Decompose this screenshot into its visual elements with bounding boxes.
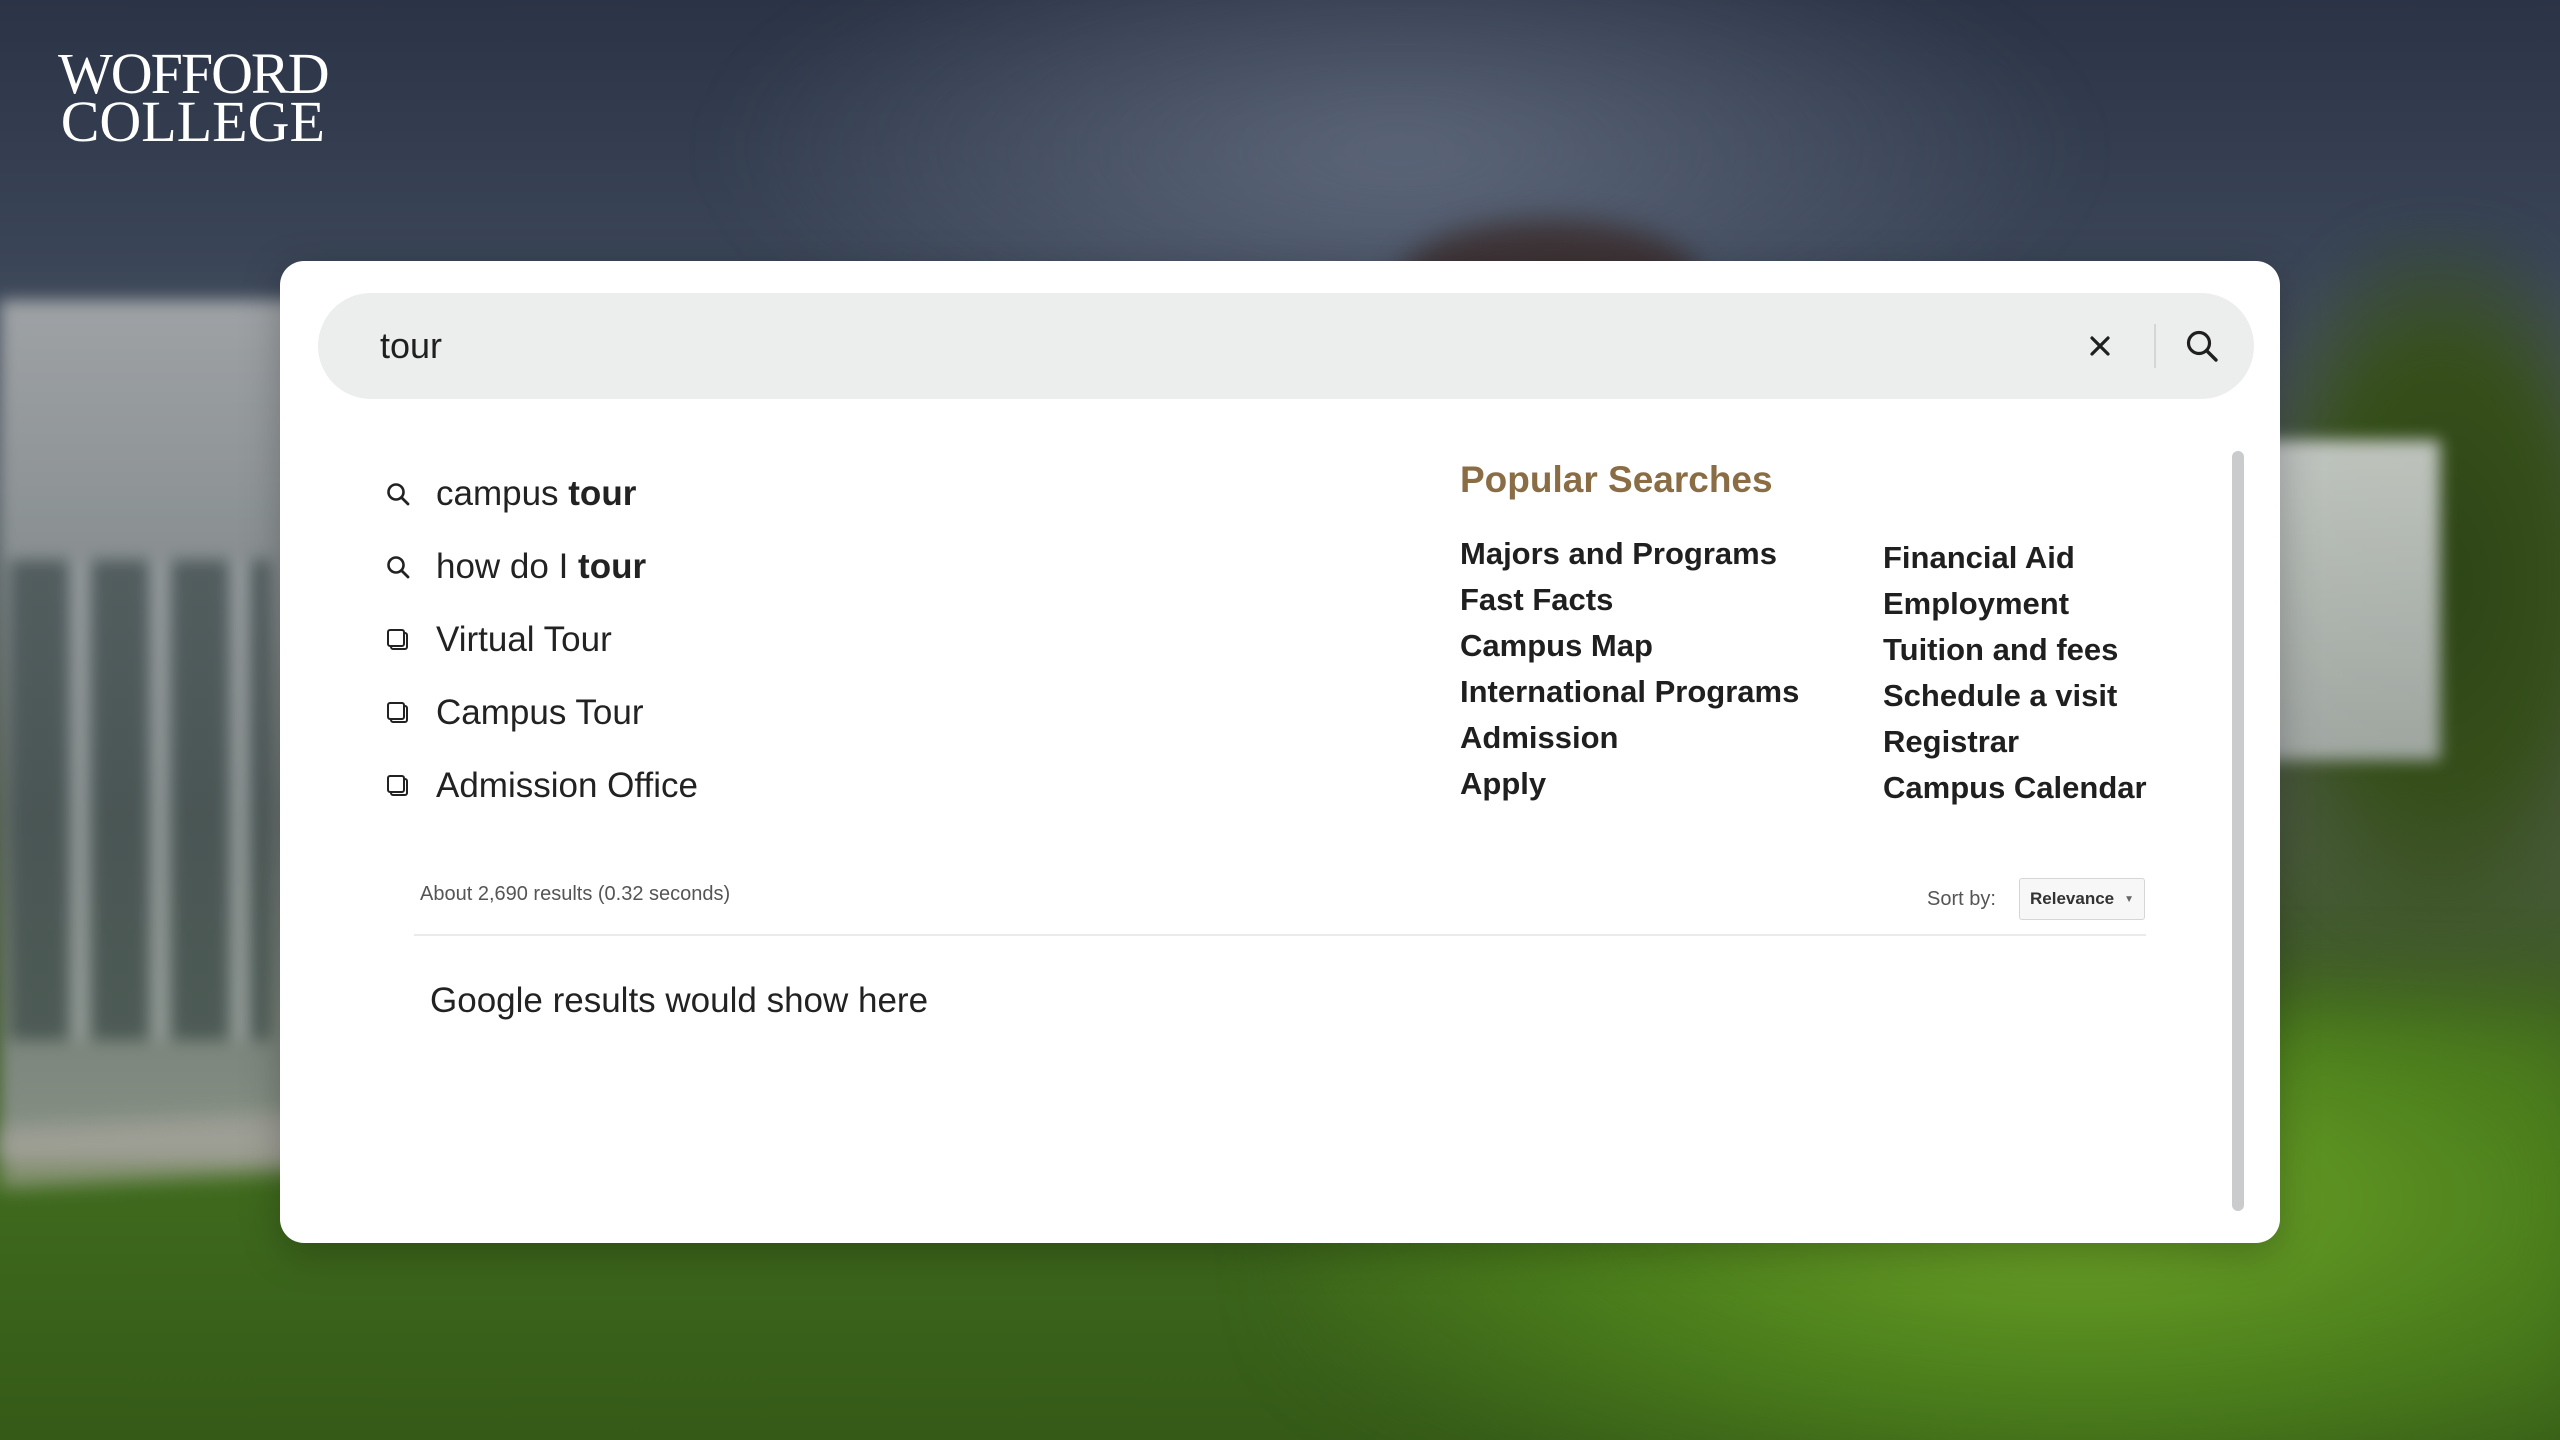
suggestion-item[interactable]: how do I tour xyxy=(380,530,1280,603)
popular-search-link[interactable]: Financial Aid xyxy=(1883,535,2147,581)
suggestion-list: campus tour how do I tour Virtual Tour C… xyxy=(380,457,1280,822)
suggestion-text: Campus Tour xyxy=(436,692,644,732)
search-input[interactable] xyxy=(380,293,1980,399)
results-placeholder: Google results would show here xyxy=(430,981,929,1020)
suggestion-text: how do I tour xyxy=(436,546,647,586)
popular-search-link[interactable]: International Programs xyxy=(1460,669,1799,715)
popular-search-link[interactable]: Campus Map xyxy=(1460,623,1799,669)
popular-searches-column-b: Financial Aid Employment Tuition and fee… xyxy=(1883,535,2147,811)
sort-value: Relevance xyxy=(2030,889,2115,908)
popular-search-link[interactable]: Tuition and fees xyxy=(1883,627,2147,673)
popular-searches-column-a: Majors and Programs Fast Facts Campus Ma… xyxy=(1460,531,1799,807)
popular-search-link[interactable]: Employment xyxy=(1883,581,2147,627)
popular-search-link[interactable]: Majors and Programs xyxy=(1460,531,1799,577)
modal-scrollbar[interactable] xyxy=(2232,451,2244,1211)
clear-search-button[interactable] xyxy=(2074,320,2126,372)
search-icon xyxy=(380,549,416,585)
popular-search-link[interactable]: Apply xyxy=(1460,761,1799,807)
search-modal: campus tour how do I tour Virtual Tour C… xyxy=(280,261,2280,1243)
popular-searches-title: Popular Searches xyxy=(1460,459,1773,500)
chevron-down-icon: ▼ xyxy=(2124,893,2135,905)
popular-search-link[interactable]: Schedule a visit xyxy=(1883,673,2147,719)
college-logo[interactable]: WOFFORD COLLEGE xyxy=(58,45,330,154)
results-summary: About 2,690 results (0.32 seconds) xyxy=(420,883,731,905)
popular-search-link[interactable]: Registrar xyxy=(1883,719,2147,765)
sort-dropdown[interactable]: Relevance ▼ xyxy=(2019,878,2145,920)
suggestion-text: Virtual Tour xyxy=(436,619,612,659)
results-divider xyxy=(414,934,2146,936)
close-icon xyxy=(2090,336,2110,356)
page-icon xyxy=(380,695,416,731)
suggestion-item[interactable]: Virtual Tour xyxy=(380,603,1280,676)
page-icon xyxy=(380,768,416,804)
search-icon xyxy=(2186,330,2218,362)
suggestion-item[interactable]: Campus Tour xyxy=(380,676,1280,749)
searchbar-divider xyxy=(2154,324,2156,368)
suggestion-text: campus tour xyxy=(436,473,637,513)
search-icon xyxy=(380,476,416,512)
logo-line-2: COLLEGE xyxy=(60,89,325,154)
suggestion-item[interactable]: Admission Office xyxy=(380,749,1280,822)
suggestion-text: Admission Office xyxy=(436,765,698,805)
popular-search-link[interactable]: Campus Calendar xyxy=(1883,765,2147,811)
page-icon xyxy=(380,622,416,658)
popular-search-link[interactable]: Admission xyxy=(1460,715,1799,761)
search-bar xyxy=(318,293,2254,399)
search-submit-button[interactable] xyxy=(2174,318,2230,374)
sort-label: Sort by: xyxy=(1927,888,1996,910)
popular-search-link[interactable]: Fast Facts xyxy=(1460,577,1799,623)
suggestion-item[interactable]: campus tour xyxy=(380,457,1280,530)
